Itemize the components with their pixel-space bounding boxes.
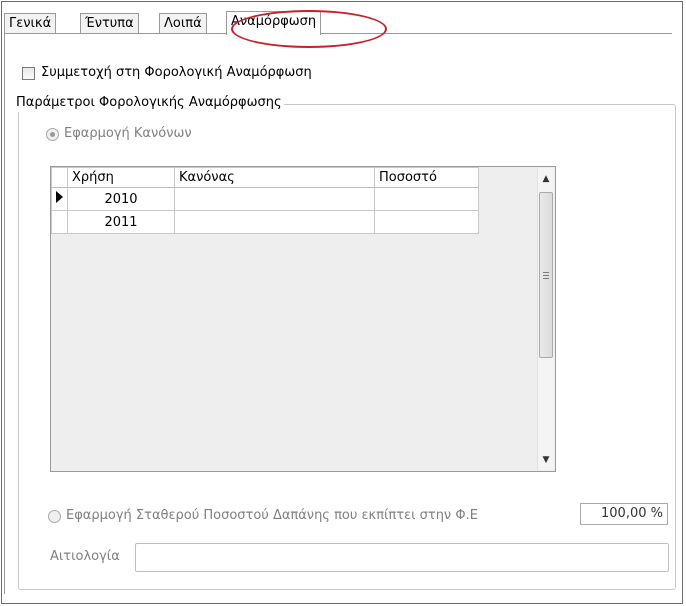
tab-general[interactable]: Γενικά (4, 13, 57, 33)
participate-checkbox-row[interactable]: Συμμετοχή στη Φορολογική Αναμόρφωση (22, 64, 312, 82)
scroll-down-arrow-icon[interactable]: ▼ (538, 451, 554, 468)
fixed-percent-option-row[interactable]: Εφαρμογή Σταθερού Ποσοστού Δαπάνης που ε… (48, 508, 478, 524)
grid-header-indicator (51, 167, 68, 188)
grid-vertical-scrollbar[interactable]: ▲ ▼ (537, 168, 554, 470)
cell-rule[interactable] (174, 187, 375, 211)
grid-header-row: Χρήση Κανόνας Ποσοστό (51, 167, 479, 188)
cell-year[interactable]: 2010 (67, 187, 175, 211)
tab-forms[interactable]: Έντυπα (80, 13, 139, 33)
fixed-percent-option-label: Εφαρμογή Σταθερού Ποσοστού Δαπάνης που ε… (66, 508, 478, 523)
explanation-input[interactable] (135, 543, 669, 572)
cell-rule[interactable] (174, 210, 375, 234)
rules-table: Χρήση Κανόνας Ποσοστό 2010 2011 (51, 167, 479, 234)
fixed-percent-input[interactable]: 100,00 % (580, 503, 668, 525)
rules-grid[interactable]: Χρήση Κανόνας Ποσοστό 2010 2011 ▲ ▼ (50, 166, 556, 472)
parameters-groupbox-title: Παράμετροι Φορολογικής Αναμόρφωσης (14, 94, 284, 112)
tab-bar: Γενικά Έντυπα Λοιπά Αναμόρφωση (4, 10, 676, 48)
tab-reformation[interactable]: Αναμόρφωση (226, 11, 322, 35)
tab-other[interactable]: Λοιπά (159, 13, 207, 33)
participate-checkbox[interactable] (22, 66, 35, 80)
rules-radio[interactable] (46, 127, 59, 141)
cell-year[interactable]: 2011 (67, 210, 175, 234)
grid-header-year[interactable]: Χρήση (67, 167, 175, 188)
row-indicator-cell (51, 210, 68, 234)
explanation-label: Αιτιολογία (50, 549, 120, 564)
fixed-percent-radio[interactable] (48, 509, 61, 523)
rules-option-row[interactable]: Εφαρμογή Κανόνων (46, 126, 192, 142)
table-row[interactable]: 2010 (51, 187, 479, 211)
grip-icon (543, 271, 549, 279)
grid-header-rule[interactable]: Κανόνας (174, 167, 375, 188)
table-row[interactable]: 2011 (51, 210, 479, 234)
row-indicator-cell (51, 187, 68, 211)
grid-header-percent[interactable]: Ποσοστό (374, 167, 479, 188)
cell-percent[interactable] (374, 210, 479, 234)
scrollbar-thumb[interactable] (539, 192, 553, 358)
rules-option-label: Εφαρμογή Κανόνων (64, 126, 192, 141)
current-row-arrow-icon (56, 191, 63, 203)
participate-label: Συμμετοχή στη Φορολογική Αναμόρφωση (41, 65, 312, 80)
scroll-up-arrow-icon[interactable]: ▲ (538, 170, 554, 187)
cell-percent[interactable] (374, 187, 479, 211)
